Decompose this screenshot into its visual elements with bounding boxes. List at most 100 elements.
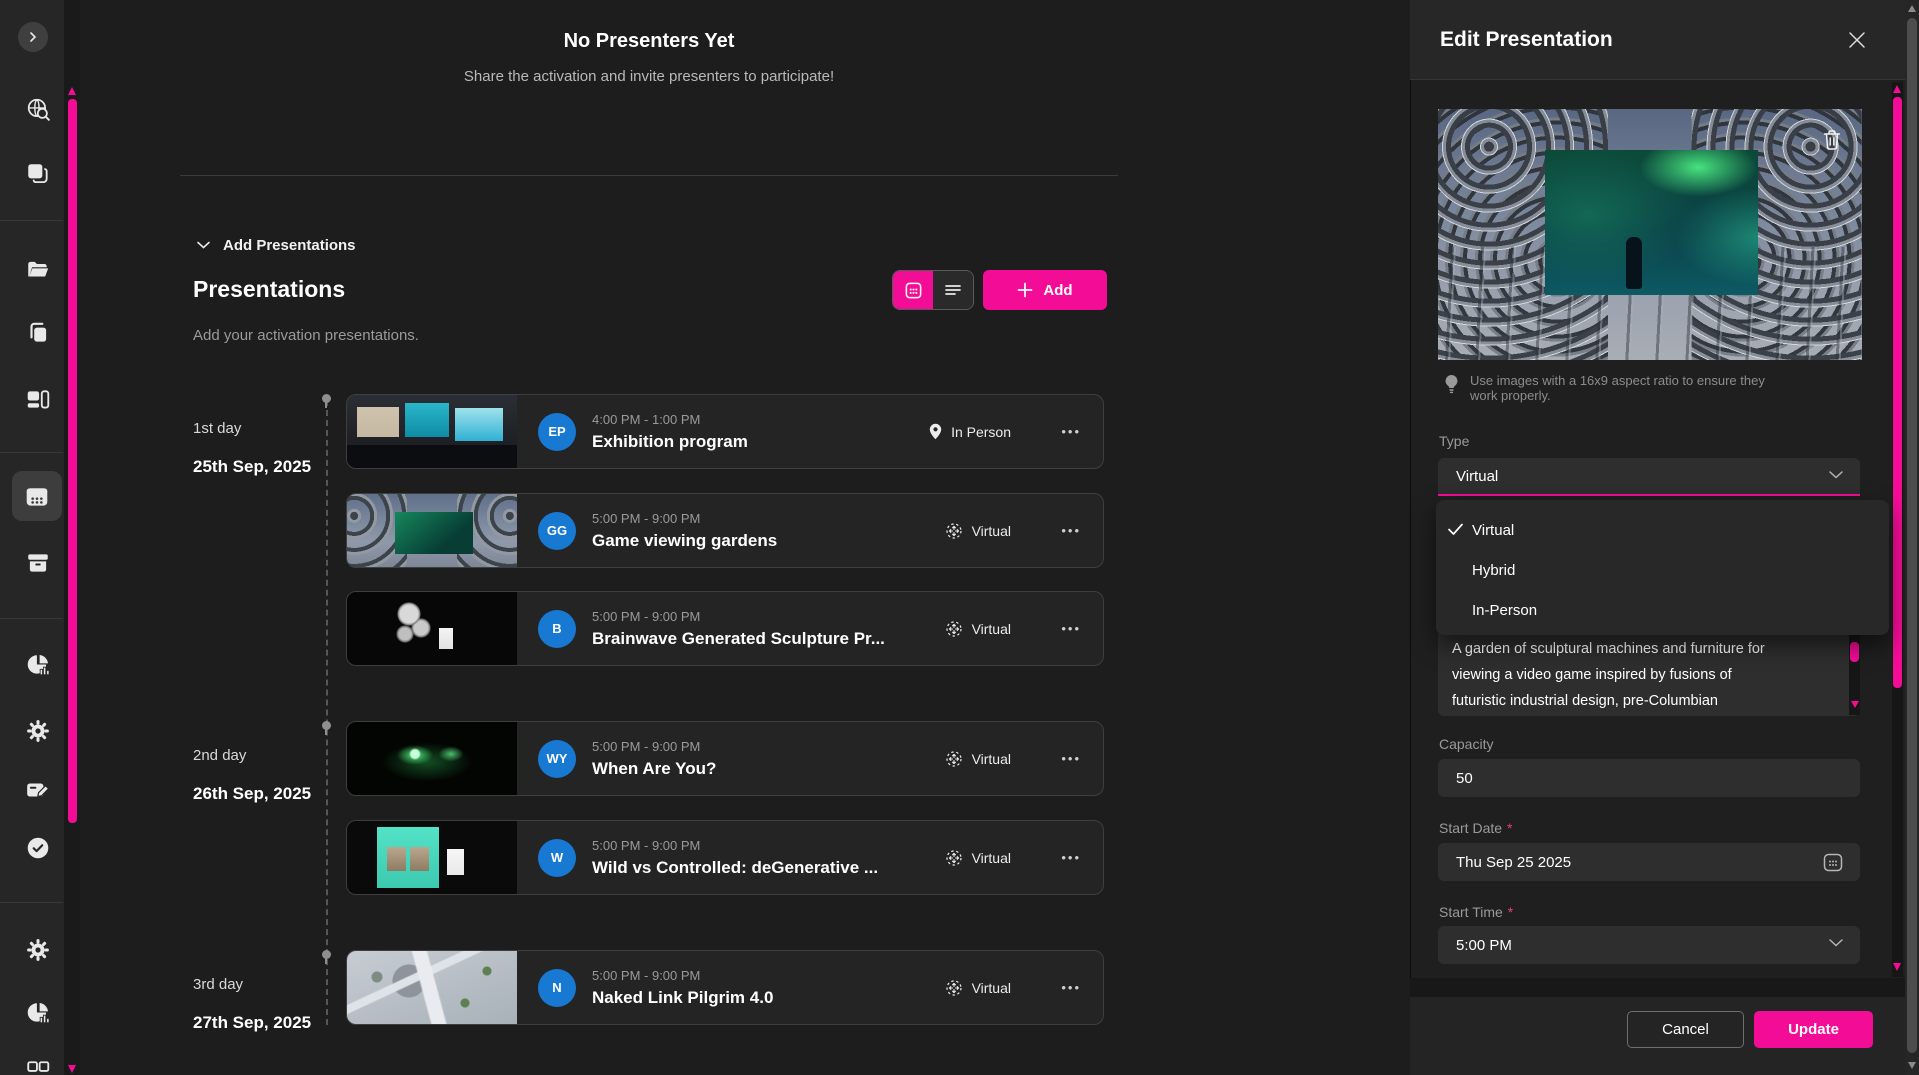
panel-scrollbar[interactable] — [1892, 82, 1903, 977]
empty-state-subtitle: Share the activation and invite presente… — [180, 68, 1118, 85]
add-button-label: Add — [1043, 282, 1072, 299]
sidebar-item-preferences[interactable] — [24, 936, 52, 964]
more-options-button[interactable]: ••• — [1061, 621, 1081, 636]
presentation-card[interactable]: B 5:00 PM - 9:00 PM Brainwave Generated … — [346, 591, 1104, 666]
list-view-button[interactable] — [933, 271, 973, 309]
type-select-value: Virtual — [1456, 468, 1498, 485]
presentation-card[interactable]: GG 5:00 PM - 9:00 PM Game viewing garden… — [346, 493, 1104, 568]
presentation-title: Exhibition program — [592, 432, 748, 452]
presentation-card[interactable]: EP 4:00 PM - 1:00 PM Exhibition program … — [346, 394, 1104, 469]
description-scroll-thumb[interactable] — [1850, 642, 1859, 662]
mode-label: Virtual — [972, 751, 1011, 767]
section-divider — [180, 175, 1118, 176]
type-select[interactable]: Virtual — [1438, 458, 1860, 496]
presentation-time: 5:00 PM - 9:00 PM — [592, 838, 878, 853]
close-button[interactable] — [1847, 30, 1867, 50]
sidebar-item-registration[interactable] — [24, 776, 52, 804]
sidebar-item-tasks[interactable] — [24, 834, 52, 862]
calendar-small-icon — [1822, 851, 1844, 873]
sidebar-divider — [0, 220, 63, 221]
globe-search-icon — [25, 96, 51, 122]
sidebar-item-pages[interactable] — [24, 319, 52, 347]
sidebar-scroll-thumb[interactable] — [68, 99, 77, 823]
update-button[interactable]: Update — [1754, 1011, 1873, 1048]
app-window: No Presenters Yet Share the activation a… — [0, 0, 1919, 1075]
type-dropdown-menu: Virtual Hybrid In-Person — [1436, 500, 1889, 635]
mode-label: Virtual — [972, 850, 1011, 866]
presentation-cover-image — [1438, 109, 1862, 360]
presentation-avatar: WY — [538, 740, 576, 778]
sidebar-item-files[interactable] — [24, 256, 52, 284]
option-label: Hybrid — [1472, 562, 1515, 579]
sidebar-item-media[interactable] — [24, 386, 52, 414]
delete-image-button[interactable] — [1822, 129, 1844, 151]
timeline-dot — [322, 950, 331, 959]
capacity-value: 50 — [1456, 770, 1473, 787]
add-presentations-collapse[interactable]: Add Presentations — [196, 234, 356, 256]
panel-scroll-thumb[interactable] — [1893, 97, 1902, 688]
cover-art-screen — [1545, 150, 1758, 295]
start-time-label: Start Time* — [1439, 904, 1513, 920]
sidebar-scroll-down-arrow[interactable] — [68, 1065, 76, 1073]
sidebar-item-analytics[interactable] — [24, 651, 52, 679]
start-time-input[interactable]: 5:00 PM — [1438, 926, 1860, 964]
sidebar-item-settings[interactable] — [24, 717, 52, 745]
required-asterisk: * — [1508, 904, 1513, 920]
presentation-card[interactable]: W 5:00 PM - 9:00 PM Wild vs Controlled: … — [346, 820, 1104, 895]
presentation-title: Wild vs Controlled: deGenerative ... — [592, 858, 878, 878]
calendar-view-button[interactable] — [893, 271, 933, 309]
description-textarea[interactable]: A garden of sculptural machines and furn… — [1438, 633, 1860, 716]
description-scrollbar[interactable] — [1849, 635, 1860, 715]
sidebar — [0, 0, 80, 1075]
more-options-button[interactable]: ••• — [1061, 751, 1081, 766]
day-date: 26th Sep, 2025 — [193, 784, 311, 804]
description-line: futuristic industrial design, pre-Columb… — [1452, 688, 1832, 714]
page-title: Presentations — [193, 276, 345, 303]
start-date-input[interactable]: Thu Sep 25 2025 — [1438, 843, 1860, 881]
sidebar-item-apps[interactable] — [24, 1058, 52, 1075]
more-options-button[interactable]: ••• — [1061, 850, 1081, 865]
check-circle-icon — [25, 835, 51, 861]
option-label: Virtual — [1472, 522, 1514, 539]
chevron-down-icon — [1828, 470, 1844, 480]
more-options-button[interactable]: ••• — [1061, 980, 1081, 995]
day-label: 2nd day — [193, 747, 246, 764]
panel-scroll-up-arrow[interactable] — [1893, 85, 1901, 93]
more-options-button[interactable]: ••• — [1061, 424, 1081, 439]
page-scroll-thumb[interactable] — [1907, 18, 1917, 1053]
sidebar-item-archive[interactable] — [24, 549, 52, 577]
cancel-button[interactable]: Cancel — [1627, 1011, 1744, 1048]
add-presentation-button[interactable]: Add — [983, 270, 1107, 310]
sidebar-item-discover[interactable] — [24, 95, 52, 123]
page-scroll-up-arrow[interactable] — [1908, 5, 1916, 12]
presentation-time: 5:00 PM - 9:00 PM — [592, 968, 773, 983]
presentation-title: When Are You? — [592, 759, 716, 779]
list-view-icon — [944, 282, 962, 298]
calendar-icon — [23, 483, 51, 511]
panel-title: Edit Presentation — [1440, 28, 1613, 52]
presentation-thumbnail — [347, 722, 517, 795]
presentation-mode: Virtual — [945, 522, 1011, 540]
page-scrollbar[interactable] — [1905, 0, 1919, 1075]
description-scroll-down-arrow[interactable] — [1851, 701, 1859, 708]
presentation-avatar: N — [538, 969, 576, 1007]
capacity-input[interactable]: 50 — [1438, 759, 1860, 797]
sidebar-scroll-up-arrow[interactable] — [68, 87, 76, 95]
sidebar-expand-button[interactable] — [18, 22, 48, 52]
mode-label: In Person — [951, 424, 1011, 440]
presentation-thumbnail — [347, 494, 517, 567]
start-time-value: 5:00 PM — [1456, 937, 1512, 954]
sidebar-item-reports[interactable] — [24, 999, 52, 1027]
presentation-title: Game viewing gardens — [592, 531, 777, 551]
sidebar-item-collections[interactable] — [24, 160, 52, 188]
pie-chart-icon — [25, 1000, 51, 1026]
panel-scroll-down-arrow[interactable] — [1893, 963, 1901, 971]
presentation-card[interactable]: WY 5:00 PM - 9:00 PM When Are You? Virtu… — [346, 721, 1104, 796]
presentation-mode: Virtual — [945, 979, 1011, 997]
type-option-hybrid[interactable]: Hybrid — [1436, 550, 1889, 590]
presentation-card[interactable]: N 5:00 PM - 9:00 PM Naked Link Pilgrim 4… — [346, 950, 1104, 1025]
type-option-in-person[interactable]: In-Person — [1436, 590, 1889, 630]
more-options-button[interactable]: ••• — [1061, 523, 1081, 538]
page-scroll-down-arrow[interactable] — [1908, 1062, 1916, 1069]
type-option-virtual[interactable]: Virtual — [1436, 510, 1889, 550]
